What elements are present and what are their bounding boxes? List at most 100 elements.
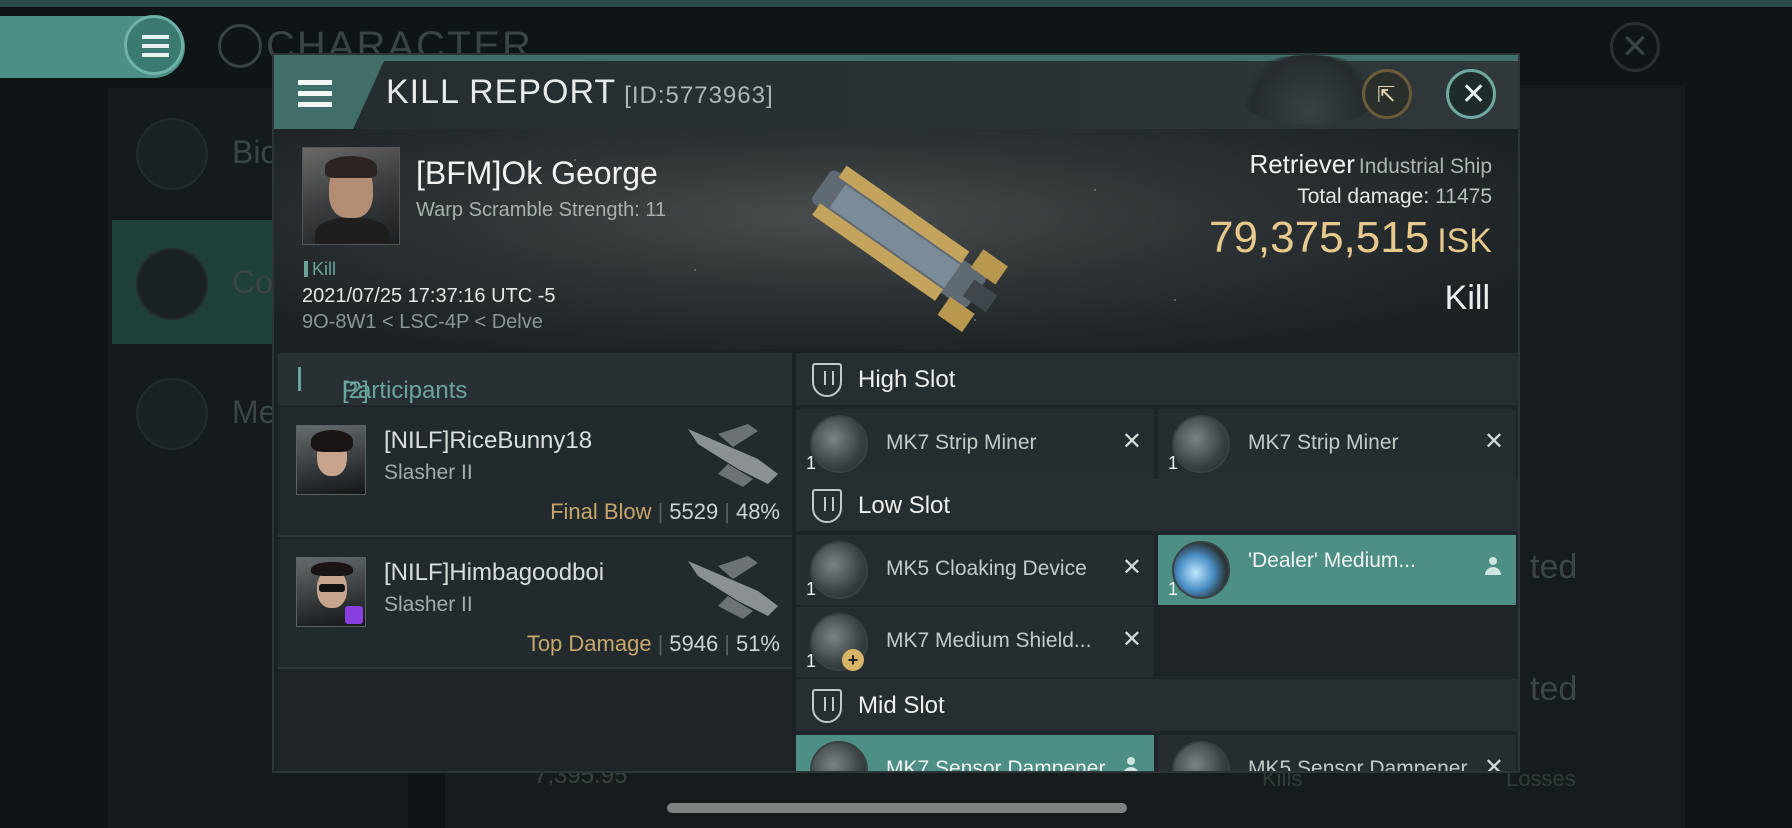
- module-name: MK7 Sensor Dampener: [886, 757, 1106, 771]
- kill-location[interactable]: 9O-8W1 < LSC-4P < Delve: [302, 311, 543, 334]
- victim-banner: [BFM]Ok George Warp Scramble Strength: 1…: [274, 129, 1518, 349]
- corp-badge-icon: [345, 606, 363, 624]
- isk-unit: ISK: [1437, 222, 1492, 260]
- participant-damage: 5529: [669, 499, 719, 524]
- participants-panel: Participants [2] [NILF]RiceBunny18 Slash…: [278, 353, 792, 771]
- participant-damage: 5946: [669, 631, 719, 656]
- background-nav-label: Co: [232, 264, 273, 300]
- strip-miner-icon: [810, 415, 868, 473]
- destroyed-icon: ✕: [1121, 428, 1142, 455]
- participant-stats: Top Damage | 5946 | 51%: [526, 631, 780, 656]
- participant-percent: 48%: [735, 499, 780, 524]
- final-blow-tag: Final Blow: [550, 499, 652, 524]
- background-close-icon[interactable]: ✕: [1610, 22, 1660, 72]
- destroyed-icon: ✕: [1121, 626, 1142, 653]
- low-slot-icon: [812, 489, 842, 523]
- victim-ship[interactable]: Retriever Industrial Ship: [1249, 149, 1492, 180]
- list-icon: [136, 118, 208, 190]
- mid-slot-label: Mid Slot: [858, 692, 945, 719]
- module-quantity: 1: [806, 579, 817, 599]
- kill-report-modal: KILL REPORT [ID:5773963] ⇱ ✕ [BFM]Ok Geor…: [272, 53, 1520, 773]
- kill-tag: Kill: [304, 259, 336, 280]
- header-accent: [298, 367, 301, 391]
- participant-ship: Slasher II: [384, 461, 473, 484]
- background-text-fragment: ted: [1530, 548, 1578, 586]
- participants-count: [2]: [342, 377, 369, 404]
- strip-miner-icon: [1172, 415, 1230, 473]
- participant-name: [NILF]RiceBunny18: [384, 427, 593, 454]
- high-slot-header: High Slot: [796, 353, 1518, 405]
- horizontal-scrollbar[interactable]: [667, 803, 1127, 813]
- sensor-dampener-icon: [810, 741, 868, 771]
- low-slot-label: Low Slot: [858, 492, 951, 519]
- kill-date: 2021/07/25 17:37:16 UTC -5: [302, 285, 556, 307]
- implant-module-icon: [1172, 541, 1230, 599]
- ship-class: Industrial Ship: [1358, 155, 1492, 178]
- character-icon: [218, 24, 262, 68]
- module-quantity: 1: [1168, 453, 1179, 473]
- module-slot[interactable]: 1 MK7 Strip Miner ✕: [796, 409, 1154, 479]
- module-slot[interactable]: 1 MK7 Strip Miner ✕: [1158, 409, 1516, 479]
- mid-slot-icon: [812, 689, 842, 723]
- module-slot[interactable]: + 1 MK7 Medium Shield... ✕: [796, 607, 1154, 677]
- high-slot-label: High Slot: [858, 366, 956, 393]
- isk-value: 79,375,515 ISK: [1209, 213, 1492, 263]
- module-slot-dropped[interactable]: 1 MK7 Sensor Dampener: [796, 735, 1154, 771]
- damage-label: Total damage:: [1297, 185, 1430, 208]
- close-button[interactable]: ✕: [1446, 69, 1496, 119]
- cloaking-device-icon: [810, 541, 868, 599]
- destroyed-icon: ✕: [1483, 428, 1504, 455]
- module-name: MK5 Cloaking Device: [886, 557, 1087, 580]
- participant-portrait[interactable]: [296, 557, 366, 627]
- participant-portrait[interactable]: [296, 425, 366, 495]
- kill-result: Kill: [1444, 279, 1490, 317]
- share-button[interactable]: ⇱: [1362, 69, 1412, 119]
- participant-stats: Final Blow | 5529 | 48%: [550, 499, 780, 524]
- module-name: MK7 Medium Shield...: [886, 629, 1092, 652]
- destroyed-icon: ✕: [1121, 554, 1142, 581]
- module-name: 'Dealer' Medium...: [1248, 549, 1416, 572]
- damage-value: 11475: [1435, 185, 1492, 208]
- export-icon: ⇱: [1377, 82, 1396, 107]
- victim-name[interactable]: [BFM]Ok George: [416, 155, 658, 192]
- background-text-fragment: ted: [1530, 670, 1578, 708]
- victim-warp-strength: Warp Scramble Strength: 11: [416, 199, 667, 221]
- dropped-person-icon: [1122, 757, 1140, 771]
- kill-tag-label: Kill: [312, 259, 337, 279]
- high-slot-icon: [812, 363, 842, 397]
- dropped-person-icon: [1484, 557, 1502, 577]
- victim-portrait[interactable]: [302, 147, 400, 245]
- module-slot[interactable]: 1 MK5 Sensor Dampener ✕: [1158, 735, 1516, 771]
- total-damage: Total damage: 11475: [1297, 185, 1492, 209]
- slasher-ship-image: [688, 424, 778, 487]
- destroyed-icon: ✕: [1483, 754, 1504, 771]
- star-icon: [136, 378, 208, 450]
- top-damage-tag: Top Damage: [526, 631, 652, 656]
- background-menu-button[interactable]: [124, 15, 184, 75]
- module-slot-dropped[interactable]: 1 'Dealer' Medium...: [1158, 535, 1516, 605]
- low-slot-header: Low Slot: [796, 479, 1518, 531]
- sensor-dampener-icon: [1172, 741, 1230, 771]
- modal-title-text: KILL REPORT: [386, 73, 617, 111]
- participant-name: [NILF]Himbagoodboi: [384, 559, 605, 586]
- isk-amount: 79,375,515: [1208, 213, 1430, 262]
- module-quantity: 1: [1168, 579, 1179, 599]
- mid-slot-header: Mid Slot: [796, 679, 1518, 731]
- participant-row[interactable]: [NILF]Himbagoodboi Slasher II Top Damage…: [278, 539, 792, 669]
- retriever-ship-image[interactable]: [774, 139, 1024, 339]
- module-quantity: 1: [806, 651, 817, 671]
- participants-header: Participants [2]: [278, 353, 792, 405]
- plus-icon: +: [842, 649, 864, 671]
- participant-row[interactable]: [NILF]RiceBunny18 Slasher II Final Blow |…: [278, 407, 792, 537]
- ship-name: Retriever: [1249, 149, 1355, 179]
- top-accent-line: [0, 0, 1792, 7]
- slasher-ship-image: [688, 556, 778, 619]
- participant-percent: 51%: [735, 631, 780, 656]
- participant-ship: Slasher II: [384, 593, 473, 616]
- module-name: MK7 Strip Miner: [1248, 431, 1399, 454]
- module-name: MK5 Sensor Dampener: [1248, 757, 1468, 771]
- module-slot[interactable]: 1 MK5 Cloaking Device ✕: [796, 535, 1154, 605]
- module-quantity: 1: [806, 453, 817, 473]
- modal-title: KILL REPORT [ID:5773963]: [386, 73, 774, 112]
- hamburger-icon: [298, 80, 332, 110]
